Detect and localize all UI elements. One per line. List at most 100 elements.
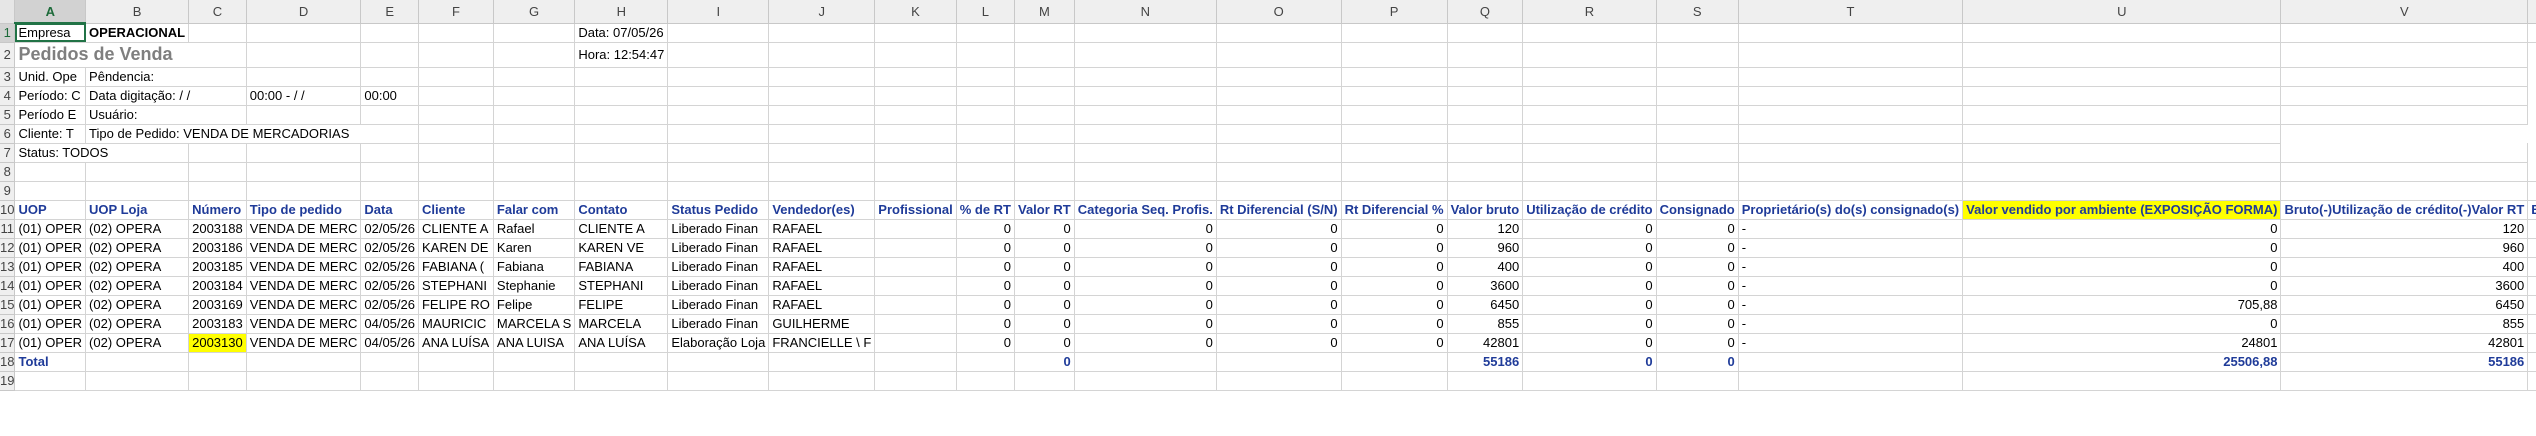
table-cell[interactable]: FELIPE RO: [418, 295, 494, 315]
column-header[interactable]: P: [1341, 0, 1448, 24]
table-cell[interactable]: [874, 238, 957, 258]
table-cell[interactable]: MARCELA: [574, 314, 669, 334]
table-cell[interactable]: 0: [1962, 314, 2282, 334]
table-cell[interactable]: 0: [1216, 238, 1342, 258]
cell[interactable]: [956, 371, 1016, 391]
cell[interactable]: [768, 86, 876, 106]
cell[interactable]: [1738, 42, 1964, 68]
table-cell[interactable]: (02) OPERA: [85, 219, 190, 239]
cell[interactable]: [1738, 352, 1964, 372]
cell[interactable]: [14, 162, 87, 182]
table-cell[interactable]: MARCELA S: [493, 314, 576, 334]
cell[interactable]: [1522, 86, 1657, 106]
row-header[interactable]: 14: [0, 276, 16, 296]
cell[interactable]: [418, 162, 494, 182]
table-cell[interactable]: ANA LUISA: [493, 333, 576, 353]
table-cell[interactable]: -: [1738, 333, 1964, 353]
cell[interactable]: [956, 67, 1016, 87]
select-all-corner[interactable]: [0, 0, 16, 24]
cell[interactable]: [956, 105, 1016, 125]
cell[interactable]: [1014, 143, 1075, 163]
header-cell[interactable]: Rt Diferencial %: [1341, 200, 1448, 220]
cell[interactable]: [874, 86, 957, 106]
table-cell[interactable]: 6450: [2280, 295, 2529, 315]
table-cell[interactable]: -: [1738, 257, 1964, 277]
cell[interactable]: [360, 105, 419, 125]
cell[interactable]: [418, 23, 494, 43]
cell[interactable]: [1738, 371, 1964, 391]
table-cell[interactable]: [2527, 276, 2536, 296]
table-cell[interactable]: 0: [1341, 333, 1448, 353]
row-header[interactable]: 18: [0, 352, 16, 372]
table-cell[interactable]: RAFAEL: [768, 295, 876, 315]
cell[interactable]: [1216, 42, 1342, 68]
cell[interactable]: [574, 86, 669, 106]
cell[interactable]: [1738, 162, 1964, 182]
cell[interactable]: [874, 143, 957, 163]
table-cell[interactable]: Liberado Finan: [667, 219, 770, 239]
cell[interactable]: [667, 67, 770, 87]
table-cell[interactable]: 0: [1074, 219, 1217, 239]
row-header[interactable]: 16: [0, 314, 16, 334]
table-cell[interactable]: 02/05/26: [360, 295, 419, 315]
cell[interactable]: [1738, 181, 1964, 201]
cell[interactable]: [1522, 143, 1657, 163]
table-cell[interactable]: 0: [1074, 314, 1217, 334]
table-cell[interactable]: 02/05/26: [360, 219, 419, 239]
row-header[interactable]: 19: [0, 371, 16, 391]
header-cell[interactable]: Rt Diferencial (S/N): [1216, 200, 1342, 220]
table-cell[interactable]: (02) OPERA: [85, 257, 190, 277]
header-cell[interactable]: Número: [188, 200, 247, 220]
cell[interactable]: [1962, 143, 2282, 163]
cell[interactable]: [1447, 23, 1524, 43]
cell[interactable]: Tipo de Pedido: VENDA DE MERCADORIAS: [85, 124, 419, 144]
cell[interactable]: [874, 371, 957, 391]
cell[interactable]: [956, 143, 1016, 163]
table-cell[interactable]: [2527, 219, 2536, 239]
row-header[interactable]: 10: [0, 200, 16, 220]
cell[interactable]: [246, 105, 362, 125]
table-cell[interactable]: 0: [1656, 333, 1739, 353]
cell[interactable]: [2280, 86, 2529, 106]
table-cell[interactable]: 42801: [2280, 333, 2529, 353]
cell[interactable]: [1447, 86, 1524, 106]
table-cell[interactable]: [874, 295, 957, 315]
cell[interactable]: [1962, 86, 2282, 106]
cell[interactable]: [188, 352, 247, 372]
table-cell[interactable]: Fabiana: [493, 257, 576, 277]
cell[interactable]: [1014, 181, 1075, 201]
table-cell[interactable]: 400: [1447, 257, 1524, 277]
cell[interactable]: [1738, 86, 1964, 106]
cell[interactable]: [1216, 67, 1342, 87]
cell[interactable]: [768, 162, 876, 182]
cell[interactable]: [246, 352, 362, 372]
cell[interactable]: [1074, 23, 1217, 43]
cell[interactable]: [246, 23, 362, 43]
cell[interactable]: [418, 105, 494, 125]
cell-date[interactable]: Data: 07/05/26: [574, 23, 669, 43]
cell[interactable]: [2280, 181, 2529, 201]
column-header[interactable]: F: [418, 0, 494, 24]
cell[interactable]: [1962, 124, 2282, 144]
cell[interactable]: [1074, 42, 1217, 68]
table-cell[interactable]: VENDA DE MERC: [246, 219, 362, 239]
header-cell[interactable]: Falar com: [493, 200, 576, 220]
table-cell[interactable]: VENDA DE MERC: [246, 295, 362, 315]
column-header[interactable]: G: [493, 0, 576, 24]
table-cell[interactable]: 0: [1656, 295, 1739, 315]
cell[interactable]: [768, 143, 876, 163]
table-cell[interactable]: 0: [1074, 257, 1217, 277]
cell[interactable]: [874, 105, 957, 125]
cell[interactable]: [1656, 23, 1739, 43]
table-cell[interactable]: 0: [956, 238, 1016, 258]
cell[interactable]: [1962, 67, 2282, 87]
header-cell[interactable]: Cliente: [418, 200, 494, 220]
header-cell[interactable]: Categoria Seq. Profis.: [1074, 200, 1217, 220]
cell[interactable]: [360, 42, 419, 68]
header-cell[interactable]: Bruto(-)Utilização de crédito(-)Valor RT: [2280, 200, 2529, 220]
cell[interactable]: [1216, 162, 1342, 182]
table-cell[interactable]: -: [1738, 238, 1964, 258]
cell[interactable]: [874, 42, 957, 68]
cell[interactable]: [2527, 352, 2536, 372]
cell[interactable]: [418, 181, 494, 201]
